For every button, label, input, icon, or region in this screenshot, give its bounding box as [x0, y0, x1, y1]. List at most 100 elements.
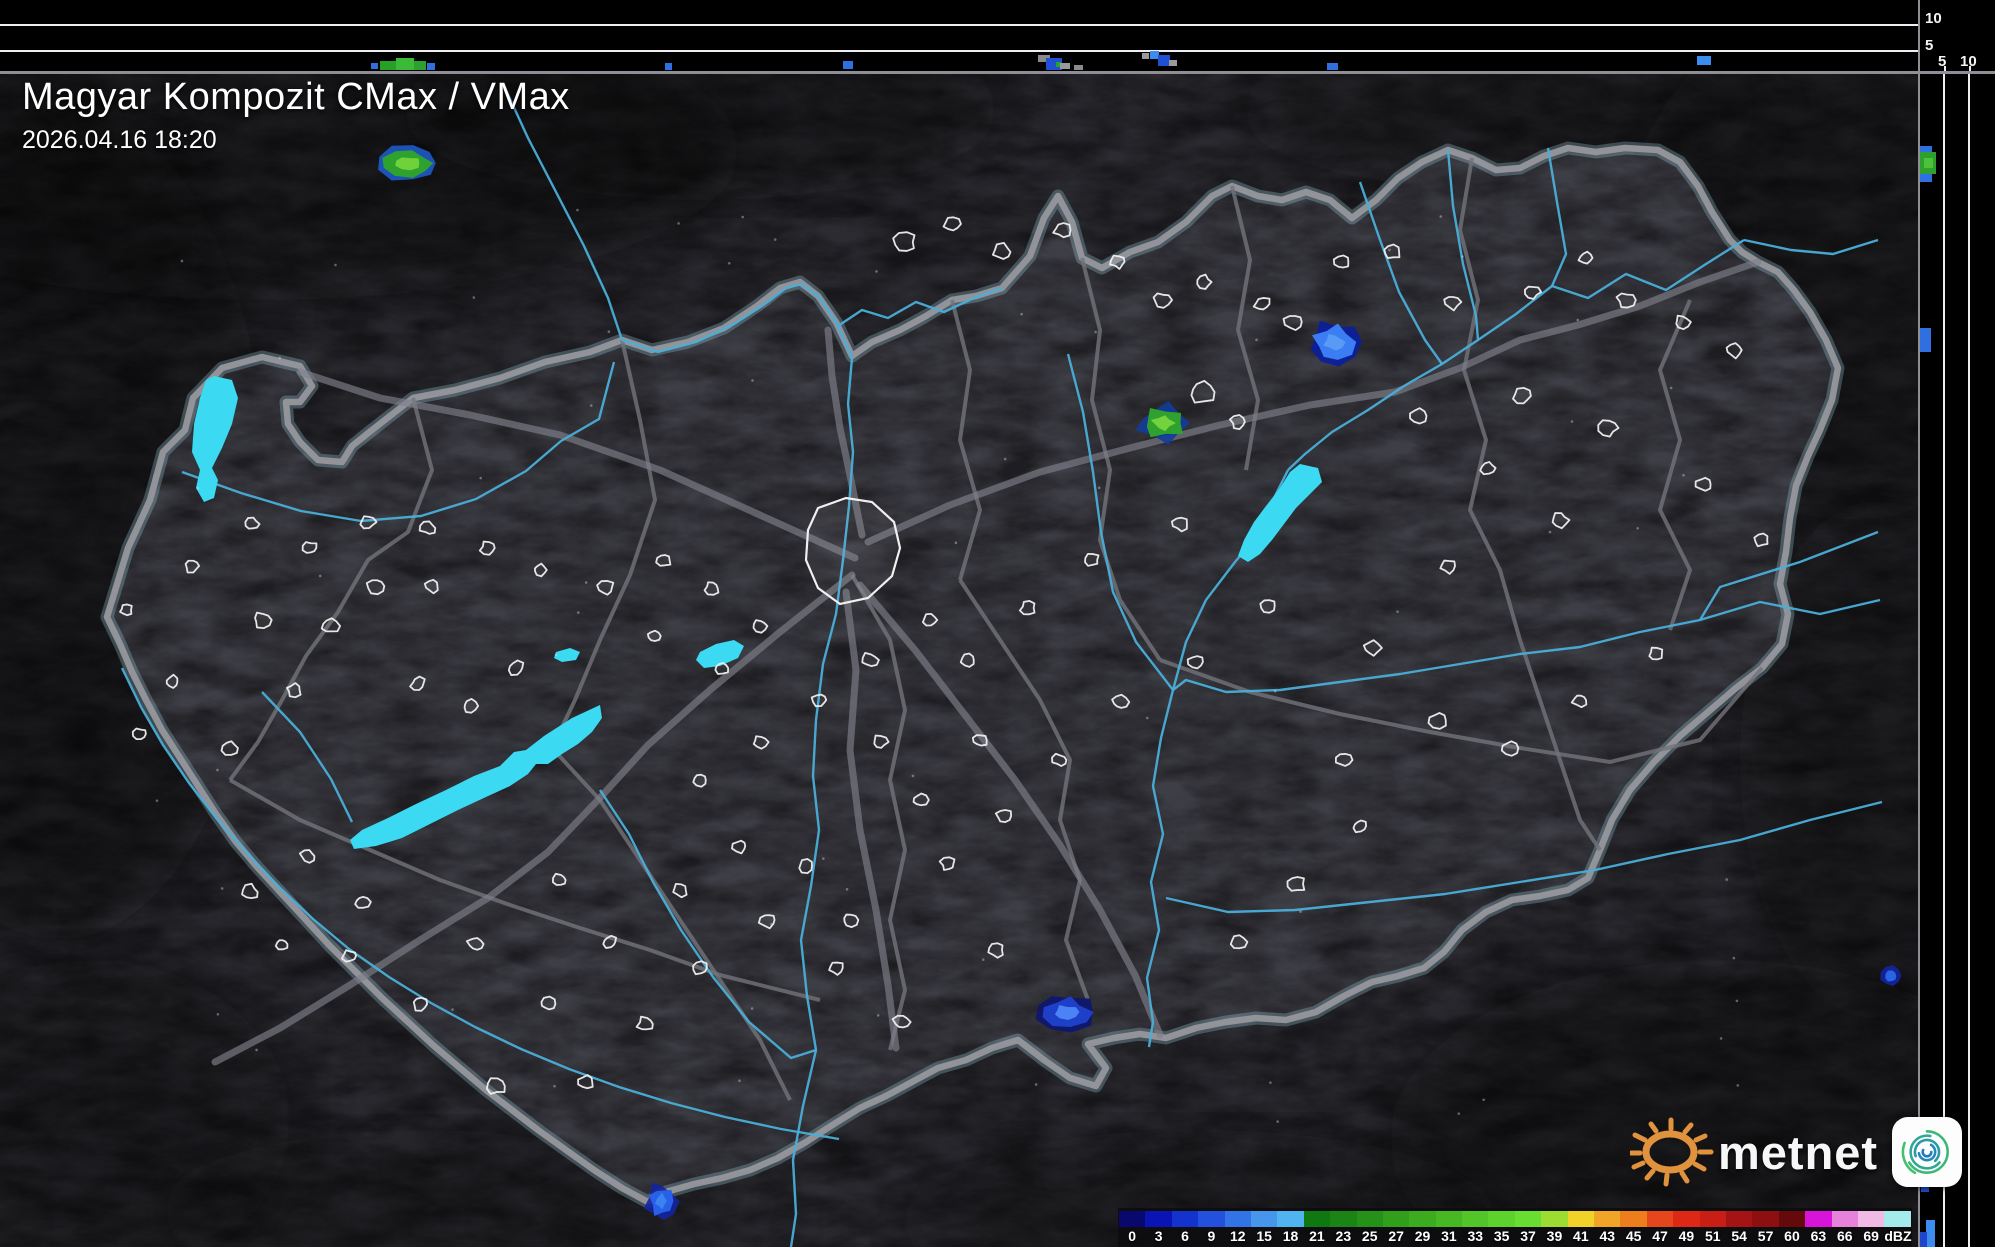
city-outline — [693, 961, 707, 974]
city-outline — [715, 663, 728, 674]
city-outline — [276, 940, 288, 949]
town-dot — [1269, 1081, 1272, 1084]
city-outline — [1188, 656, 1203, 668]
city-outline — [120, 604, 132, 615]
town-dot — [875, 270, 878, 273]
map-top-border-line — [0, 71, 1995, 74]
legend-cell — [1858, 1211, 1884, 1227]
legend-tick: 18 — [1277, 1228, 1303, 1244]
legend-tick: 33 — [1462, 1228, 1488, 1244]
legend-cell — [1832, 1211, 1858, 1227]
profile-echo — [1924, 158, 1933, 168]
town-dot — [608, 330, 611, 333]
legend-cell — [1409, 1211, 1435, 1227]
town-dot — [751, 379, 754, 382]
city-outline — [1649, 648, 1662, 660]
town-dot — [1725, 878, 1728, 881]
radar-viewer-screen: 10 5 5 10 Magyar Kompozit CMax / VMax 20… — [0, 0, 1995, 1247]
city-outline — [656, 555, 670, 566]
legend-cell — [1251, 1211, 1277, 1227]
city-outline — [1287, 877, 1304, 891]
top-height-profile-panel — [0, 0, 1919, 73]
profile-echo — [1920, 1232, 1927, 1247]
city-outline — [799, 859, 812, 873]
town-dot — [677, 222, 680, 225]
town-dot — [1388, 249, 1391, 252]
town-dot — [751, 1007, 754, 1010]
city-outline — [303, 542, 317, 553]
legend-cell — [1647, 1211, 1673, 1227]
legend-cell — [1383, 1211, 1409, 1227]
profile-echo — [1169, 60, 1177, 66]
title-block: Magyar Kompozit CMax / VMax 2026.04.16 1… — [22, 76, 570, 155]
town-dot — [1094, 331, 1097, 334]
legend-tick: 31 — [1436, 1228, 1462, 1244]
legend-tick: 43 — [1594, 1228, 1620, 1244]
sun-icon — [1630, 1110, 1714, 1194]
profile-echo — [665, 63, 672, 70]
legend-tick: 57 — [1752, 1228, 1778, 1244]
metnet-app-icon — [1892, 1117, 1962, 1187]
legend-tick: 21 — [1304, 1228, 1330, 1244]
city-outline — [1384, 244, 1399, 258]
legend-tick: 6 — [1172, 1228, 1198, 1244]
town-dot — [877, 1014, 880, 1017]
legend-color-cells — [1119, 1211, 1911, 1227]
legend-cell — [1488, 1211, 1514, 1227]
town-dot — [1299, 910, 1302, 913]
profile-10km-gridline-vertical — [1968, 73, 1970, 1247]
profile-echo — [1920, 328, 1931, 352]
town-dot — [1020, 313, 1023, 316]
town-dot — [1720, 1037, 1723, 1040]
legend-cell — [1752, 1211, 1778, 1227]
legend-tick: 27 — [1383, 1228, 1409, 1244]
town-dot — [553, 1085, 556, 1088]
town-dot — [156, 799, 159, 802]
legend-tick: 29 — [1409, 1228, 1435, 1244]
map-right-border-line — [1918, 0, 1920, 1247]
town-dot — [1276, 1120, 1279, 1123]
profile-5km-gridline-vertical — [1943, 73, 1945, 1247]
town-dot — [1274, 690, 1277, 693]
profile-echo — [1060, 63, 1070, 69]
profile-echo — [1926, 1220, 1935, 1247]
legend-tick: 66 — [1832, 1228, 1858, 1244]
town-dot — [1146, 717, 1149, 720]
town-dot — [1004, 458, 1007, 461]
city-outline — [367, 580, 385, 594]
profile-echo — [1074, 65, 1083, 70]
profile-echo — [843, 61, 853, 69]
legend-tick: 60 — [1779, 1228, 1805, 1244]
town-dot — [1396, 610, 1399, 613]
timestamp: 2026.04.16 18:20 — [22, 126, 570, 155]
city-outline — [693, 775, 705, 787]
city-outline — [1260, 600, 1274, 613]
legend-tick: 25 — [1357, 1228, 1383, 1244]
town-dot — [1255, 339, 1258, 342]
legend-cell — [1805, 1211, 1831, 1227]
legend-cell — [1198, 1211, 1224, 1227]
legend-cell — [1436, 1211, 1462, 1227]
legend-cell — [1568, 1211, 1594, 1227]
legend-tick: 47 — [1647, 1228, 1673, 1244]
legend-cell — [1304, 1211, 1330, 1227]
city-outline — [487, 1078, 505, 1094]
town-dot — [1736, 1084, 1739, 1087]
profile-5km-gridline — [0, 50, 1919, 52]
profile-echo — [1142, 53, 1149, 59]
legend-cell — [1277, 1211, 1303, 1227]
legend-tick: 45 — [1620, 1228, 1646, 1244]
legend-cell — [1515, 1211, 1541, 1227]
legend-cell — [1330, 1211, 1356, 1227]
town-dot — [955, 542, 958, 545]
legend-cell — [1225, 1211, 1251, 1227]
legend-cell — [1884, 1211, 1910, 1227]
legend-tick: 41 — [1568, 1228, 1594, 1244]
city-outline — [1085, 554, 1099, 566]
legend-cell — [1462, 1211, 1488, 1227]
town-dot — [770, 923, 773, 926]
legend-tick: 12 — [1225, 1228, 1251, 1244]
town-dot — [1457, 1112, 1460, 1115]
town-dot — [1733, 957, 1736, 960]
city-outline — [541, 997, 555, 1010]
